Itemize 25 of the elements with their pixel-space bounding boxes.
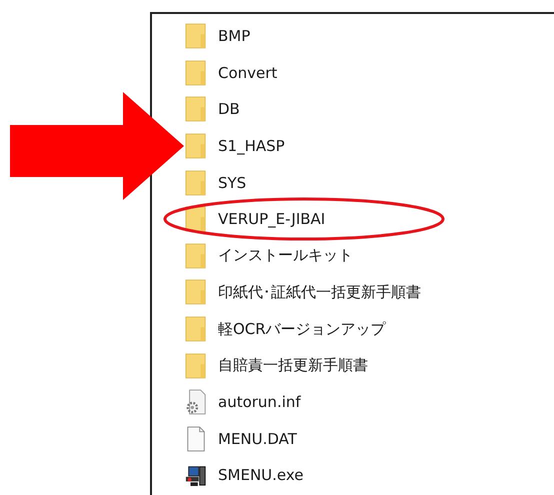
folder-icon	[185, 133, 207, 160]
file-name[interactable]: 印紙代･証紙代一括更新手順書	[218, 282, 421, 302]
file-name[interactable]: DB	[218, 100, 240, 118]
folder-icon	[185, 352, 207, 379]
folder-icon	[185, 316, 207, 342]
file-name[interactable]: インストールキット	[218, 246, 353, 266]
folder-icon	[185, 170, 207, 196]
folder-icon	[185, 242, 207, 269]
file-name[interactable]: VERUP_E-JIBAI	[218, 210, 326, 228]
file-name[interactable]: Convert	[218, 64, 278, 82]
file-name[interactable]: MENU.DAT	[218, 430, 297, 448]
file-name[interactable]: S1_HASP	[218, 137, 285, 156]
file-name[interactable]: SMENU.exe	[218, 466, 304, 484]
folder-icon	[185, 23, 207, 50]
file-icon	[185, 426, 207, 452]
file-name[interactable]: 自賠責一括更新手順書	[218, 356, 368, 376]
folder-icon	[185, 279, 207, 306]
file-name[interactable]: BMP	[218, 27, 250, 46]
file-name[interactable]: SYS	[218, 174, 246, 192]
folder-icon	[185, 96, 207, 122]
file-name[interactable]: autorun.inf	[218, 393, 301, 412]
folder-icon	[185, 206, 207, 232]
settings-file-icon	[185, 389, 207, 416]
file-name[interactable]: 軽OCRバージョンアップ	[218, 320, 386, 339]
folder-icon	[185, 60, 207, 86]
